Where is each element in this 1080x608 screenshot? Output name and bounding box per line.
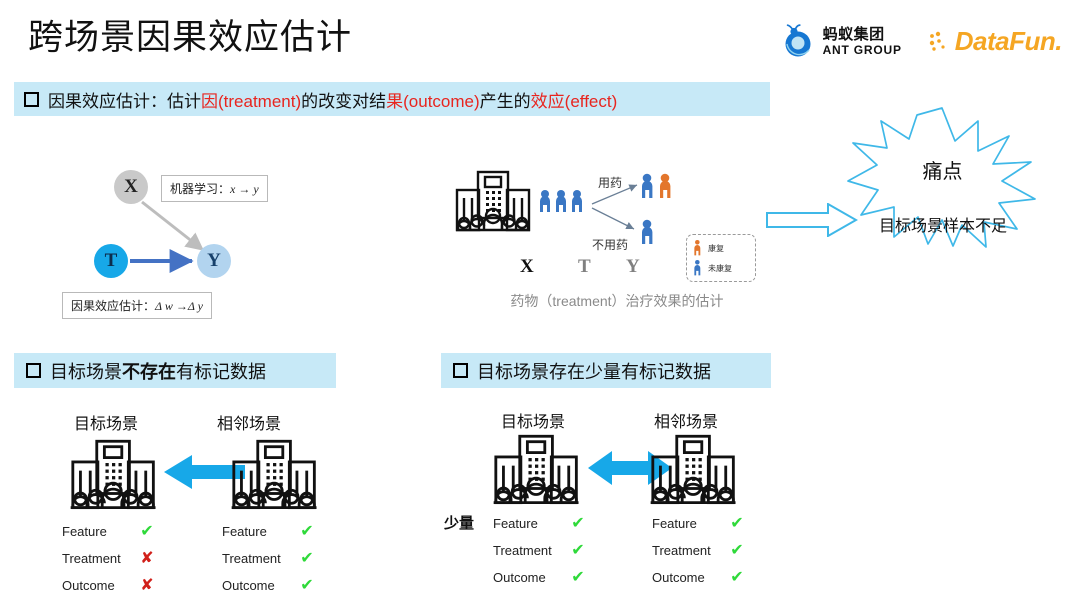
status-badge: ✘ bbox=[140, 549, 154, 567]
datafun-wordmark: DataFun. bbox=[954, 25, 1063, 56]
branch-label-untreated: 不用药 bbox=[592, 238, 629, 252]
legend-label-not-recovered: 未康复 bbox=[708, 263, 732, 273]
ant-logo-cn: 蚂蚁集团 bbox=[822, 25, 885, 43]
attribute-list-target-right: Feature ✔ Treatment ✔ Outcome ✔ bbox=[493, 510, 589, 591]
panel-banner-text-right: 目标场景存在少量有标记数据 bbox=[477, 361, 711, 382]
scene-title-target-left: 目标场景 bbox=[74, 416, 139, 433]
causal-graph-diagram: X T Y 机器学习：x → y 因果效应估计：Δ w →Δ y bbox=[62, 162, 352, 322]
attribute-name: Treatment bbox=[222, 551, 281, 566]
hospital-building-icon bbox=[650, 434, 736, 505]
pain-point-subtitle: 目标场景样本不足 bbox=[878, 218, 1007, 235]
status-badge: ✘ bbox=[140, 576, 154, 594]
ant-logo-en: ANT GROUP bbox=[822, 42, 902, 57]
ant-logo-icon bbox=[782, 24, 816, 58]
hospital-building-icon bbox=[231, 439, 317, 510]
ant-group-logo: 蚂蚁集团 ANT GROUP bbox=[782, 24, 902, 58]
page-title: 跨场景因果效应估计 bbox=[28, 18, 353, 57]
attribute-row: Treatment ✔ bbox=[652, 537, 748, 564]
attribute-list-target-left: Feature ✔ Treatment ✘ Outcome ✘ bbox=[62, 518, 158, 599]
scene-title-target-right: 目标场景 bbox=[501, 414, 566, 431]
datafun-dots-icon bbox=[929, 31, 945, 51]
attribute-row: Outcome ✘ bbox=[62, 572, 158, 599]
causal-node-y: Y bbox=[197, 244, 231, 278]
attribute-name: Feature bbox=[222, 524, 267, 539]
square-bullet-icon bbox=[24, 91, 39, 107]
outcome-untreated-icon bbox=[642, 219, 653, 244]
patient-cohort-icon bbox=[540, 190, 582, 212]
legend-item-recovered: 康复 bbox=[693, 240, 755, 256]
status-badge: ✔ bbox=[300, 549, 314, 567]
status-badge: ✔ bbox=[730, 541, 744, 559]
axis-label-t: T bbox=[578, 256, 591, 277]
attribute-name: Treatment bbox=[62, 551, 121, 566]
status-badge: ✔ bbox=[140, 522, 154, 540]
attribute-name: Feature bbox=[652, 516, 697, 531]
attribute-row: Outcome ✔ bbox=[493, 564, 589, 591]
outcome-treated-icon bbox=[642, 173, 671, 198]
hospital-building-icon bbox=[493, 434, 579, 505]
machine-learning-label: 机器学习：x → y bbox=[161, 175, 268, 202]
treatment-diagram-caption: 药物（treatment）治疗效果的估计 bbox=[510, 293, 724, 309]
attribute-name: Treatment bbox=[652, 543, 711, 558]
attribute-list-neighbor-left: Feature ✔ Treatment ✔ Outcome ✔ bbox=[222, 518, 318, 599]
status-badge: ✔ bbox=[300, 576, 314, 594]
attribute-row: Feature ✔ bbox=[652, 510, 748, 537]
panel-banner-no-labeled-data: 目标场景不存在有标记数据 bbox=[14, 353, 336, 388]
panel-banner-text-left: 目标场景不存在有标记数据 bbox=[50, 361, 266, 382]
status-badge: ✔ bbox=[730, 514, 744, 532]
attribute-row: Outcome ✔ bbox=[652, 564, 748, 591]
attribute-name: Feature bbox=[62, 524, 107, 539]
square-bullet-icon bbox=[26, 363, 41, 378]
status-badge: ✔ bbox=[571, 514, 585, 532]
person-icon bbox=[694, 240, 701, 256]
attribute-name: Outcome bbox=[222, 578, 275, 593]
attribute-row: Treatment ✔ bbox=[493, 537, 589, 564]
person-icon bbox=[694, 260, 701, 276]
attribute-row: Outcome ✔ bbox=[222, 572, 318, 599]
axis-label-y: Y bbox=[626, 256, 640, 277]
outcome-legend: 康复 未康复 bbox=[686, 234, 756, 282]
status-badge: ✔ bbox=[730, 568, 744, 586]
status-badge: ✔ bbox=[300, 522, 314, 540]
main-statement-banner: 因果效应估计：估计因(treatment)的改变对结果(outcome)产生的效… bbox=[14, 82, 770, 116]
status-badge: ✔ bbox=[571, 568, 585, 586]
attribute-row: Feature ✔ bbox=[62, 518, 158, 545]
status-badge: ✔ bbox=[571, 541, 585, 559]
square-bullet-icon bbox=[453, 363, 468, 378]
scene-title-neighbor-right: 相邻场景 bbox=[654, 414, 719, 431]
panel-no-labeled-data: 目标场景 相邻场景 Feature ✔ Treatment ✘ Outcome … bbox=[14, 400, 414, 600]
axis-label-x: X bbox=[520, 256, 534, 277]
attribute-row: Feature ✔ bbox=[493, 510, 589, 537]
causal-node-x: X bbox=[114, 170, 148, 204]
attribute-row: Feature ✔ bbox=[222, 518, 318, 545]
branch-label-treated: 用药 bbox=[598, 176, 623, 190]
datafun-logo: DataFun. bbox=[928, 25, 1063, 57]
ant-logo-wordmark: 蚂蚁集团 ANT GROUP bbox=[823, 27, 902, 56]
hospital-building-icon bbox=[455, 170, 531, 232]
attribute-name: Outcome bbox=[493, 570, 546, 585]
panel-few-labeled-data: 目标场景 相邻场景 少量 Feature ✔ Treatment ✔ Outco… bbox=[441, 400, 841, 600]
scene-title-neighbor-left: 相邻场景 bbox=[217, 416, 282, 433]
attribute-list-neighbor-right: Feature ✔ Treatment ✔ Outcome ✔ bbox=[652, 510, 748, 591]
branch-arrows bbox=[591, 184, 638, 230]
pain-point-label: 痛点 bbox=[922, 161, 963, 183]
attribute-name: Feature bbox=[493, 516, 538, 531]
main-statement-text: 因果效应估计：估计因(treatment)的改变对结果(outcome)产生的效… bbox=[48, 91, 618, 111]
hospital-building-icon bbox=[70, 439, 156, 510]
logo-strip: 蚂蚁集团 ANT GROUP DataFun. bbox=[782, 24, 1063, 58]
attribute-name: Outcome bbox=[652, 570, 705, 585]
attribute-name: Outcome bbox=[62, 578, 115, 593]
attribute-row: Treatment ✔ bbox=[222, 545, 318, 572]
slide-canvas: 跨场景因果效应估计 蚂蚁集团 ANT GROUP DataFun. 因果效应估计… bbox=[0, 0, 1080, 608]
attribute-name: Treatment bbox=[493, 543, 552, 558]
legend-item-not-recovered: 未康复 bbox=[693, 260, 755, 276]
panel-banner-few-labeled-data: 目标场景存在少量有标记数据 bbox=[441, 353, 771, 388]
causal-node-t: T bbox=[94, 244, 128, 278]
attribute-row: Treatment ✘ bbox=[62, 545, 158, 572]
quantity-label: 少量 bbox=[444, 515, 475, 532]
causal-effect-label: 因果效应估计：Δ w →Δ y bbox=[62, 292, 212, 319]
legend-label-recovered: 康复 bbox=[708, 243, 724, 253]
